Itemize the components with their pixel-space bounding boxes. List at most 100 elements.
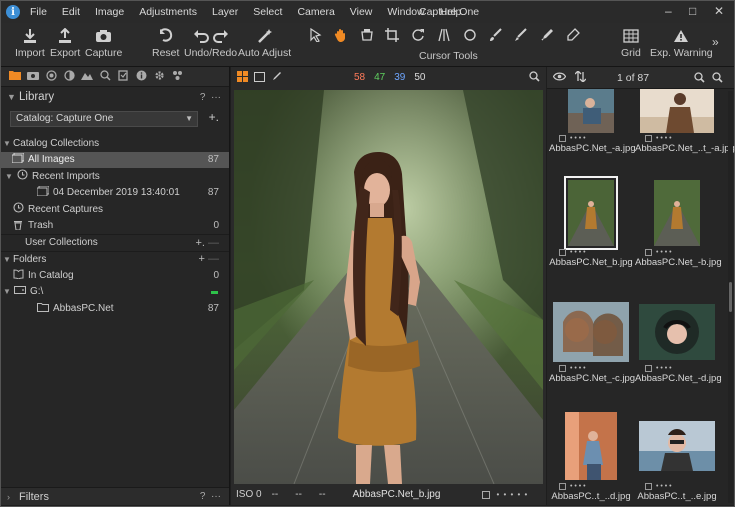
- thumbnail-item-selected[interactable]: • • • • AbbasPC.Net_b.jpg: [549, 176, 633, 268]
- select-checkbox[interactable]: [645, 482, 652, 490]
- adjustments-tab-icon[interactable]: [114, 69, 132, 84]
- star-rating[interactable]: • • • •: [570, 135, 586, 142]
- thumbnail-item[interactable]: • • • • AbbasPC.Net_-c.jpg: [549, 301, 635, 384]
- trash-item[interactable]: Trash 0: [1, 218, 229, 235]
- pointer-icon[interactable]: [310, 27, 322, 45]
- capture-button[interactable]: Capture: [85, 26, 122, 59]
- import-button[interactable]: Import: [15, 26, 45, 59]
- library-header[interactable]: ▼ Library ? ···: [1, 87, 229, 107]
- menu-layer[interactable]: Layer: [212, 6, 238, 18]
- select-checkbox[interactable]: [559, 248, 566, 256]
- single-view-icon[interactable]: [254, 71, 265, 85]
- menu-camera[interactable]: Camera: [297, 6, 334, 18]
- spot-removal-icon[interactable]: [463, 28, 477, 45]
- menu-adjustments[interactable]: Adjustments: [139, 6, 197, 18]
- browser-scroll-thumb[interactable]: [729, 282, 732, 312]
- styles-tab-icon[interactable]: [168, 70, 186, 84]
- thumbnail-item[interactable]: • • • • AbbasPC.Net_-a.jpg: [549, 89, 636, 154]
- star-rating[interactable]: • • • •: [656, 249, 672, 256]
- user-collections-header[interactable]: User Collections +. —: [1, 234, 229, 251]
- star-rating[interactable]: • • • •: [570, 249, 586, 256]
- exposure-tab-icon[interactable]: [78, 70, 96, 83]
- menu-select[interactable]: Select: [253, 6, 282, 18]
- folder-item[interactable]: AbbasPC.Net 87: [1, 300, 229, 317]
- panel-menu-icon[interactable]: ···: [211, 92, 221, 103]
- recent-imports-header[interactable]: ▼ Recent Imports: [1, 168, 229, 185]
- toolbar-more-button[interactable]: »: [712, 35, 719, 49]
- exposure-warning-button[interactable]: Exp. Warning: [650, 26, 713, 59]
- zoom-thumbs-icon[interactable]: [694, 72, 705, 86]
- eraser-icon[interactable]: [566, 27, 580, 45]
- search-icon[interactable]: [712, 72, 723, 86]
- grid-view-icon[interactable]: [237, 71, 248, 85]
- library-tab-icon[interactable]: [6, 70, 24, 83]
- crop-icon[interactable]: [385, 27, 400, 45]
- add-catalog-icon[interactable]: +.: [209, 110, 219, 124]
- thumbnail-item[interactable]: • • • • AbbasPC..t_..e.jpg: [635, 411, 719, 502]
- menu-file[interactable]: File: [30, 6, 47, 18]
- select-checkbox[interactable]: [559, 364, 566, 372]
- star-rating[interactable]: • • • •: [570, 365, 586, 372]
- in-catalog-item[interactable]: In Catalog 0: [1, 267, 229, 284]
- select-checkbox[interactable]: [645, 364, 652, 372]
- thumbnail-meta: • • • •: [635, 133, 719, 143]
- metadata-tab-icon[interactable]: [132, 70, 150, 84]
- menu-image[interactable]: Image: [95, 6, 124, 18]
- brush-icon[interactable]: [489, 27, 503, 45]
- export-button[interactable]: Export: [50, 26, 80, 59]
- minimize-button[interactable]: –: [665, 4, 672, 18]
- auto-adjust-button[interactable]: Auto Adjust: [238, 26, 291, 59]
- thumbnail-item[interactable]: • • • • AbbasPC.Net_..t_-a.jpg: [635, 89, 735, 154]
- help-icon[interactable]: ?: [200, 92, 206, 103]
- capture-tab-icon[interactable]: [24, 70, 42, 83]
- folders-header[interactable]: ▼ Folders + —: [1, 250, 229, 268]
- collection-all-images[interactable]: All Images 87: [1, 151, 229, 168]
- lens-tab-icon[interactable]: [42, 69, 60, 84]
- zoom-icon[interactable]: [529, 71, 540, 85]
- menu-edit[interactable]: Edit: [62, 6, 80, 18]
- star-rating[interactable]: • • • •: [656, 483, 672, 490]
- reset-button[interactable]: Reset: [152, 26, 179, 59]
- grid-button[interactable]: Grid: [621, 26, 641, 59]
- edit-pen-icon[interactable]: [271, 71, 282, 85]
- folders-controls[interactable]: + —: [199, 253, 219, 265]
- star-rating[interactable]: • • • •: [570, 483, 586, 490]
- catalog-select[interactable]: Catalog: Capture One ▼: [10, 111, 198, 127]
- main-photo[interactable]: [234, 90, 543, 484]
- color-tab-icon[interactable]: [60, 69, 78, 84]
- sort-icon[interactable]: [574, 69, 587, 85]
- catalog-collections-header[interactable]: ▼ Catalog Collections: [1, 135, 229, 152]
- filters-header[interactable]: › Filters ? ···: [1, 487, 229, 505]
- close-button[interactable]: ✕: [714, 4, 724, 18]
- thumbnail-item[interactable]: • • • • AbbasPC.Net_-b.jpg: [635, 179, 722, 268]
- settings-tab-icon[interactable]: [150, 70, 168, 84]
- select-checkbox[interactable]: [645, 248, 652, 256]
- select-checkbox[interactable]: [559, 482, 566, 490]
- star-rating[interactable]: • • • • •: [496, 490, 528, 499]
- undo-redo-button[interactable]: Undo/Redo: [184, 26, 237, 59]
- select-checkbox[interactable]: [645, 134, 652, 142]
- maximize-button[interactable]: □: [689, 4, 696, 18]
- star-rating[interactable]: • • • •: [656, 135, 672, 142]
- select-checkbox[interactable]: [482, 490, 491, 499]
- gradient-mask-icon[interactable]: [514, 27, 528, 45]
- import-entry[interactable]: 04 December 2019 13:40:01 87: [1, 185, 229, 202]
- star-rating[interactable]: • • • •: [656, 365, 672, 372]
- loupe-icon[interactable]: [360, 28, 374, 45]
- drive-item[interactable]: ▼ G:\: [1, 284, 229, 301]
- menu-view[interactable]: View: [350, 6, 373, 18]
- eye-icon[interactable]: [552, 72, 567, 84]
- keystone-icon[interactable]: [437, 28, 451, 45]
- recent-captures-item[interactable]: Recent Captures: [1, 201, 229, 218]
- thumbnail-item[interactable]: • • • • AbbasPC.Net_-d.jpg: [635, 301, 722, 384]
- cursor-tools-group: [304, 26, 586, 46]
- library-controls[interactable]: ? ···: [200, 92, 221, 103]
- user-collections-controls[interactable]: +. —: [195, 237, 219, 249]
- thumbnail-item[interactable]: • • • • AbbasPC..t_..d.jpg: [549, 411, 633, 502]
- color-picker-icon[interactable]: [540, 28, 554, 45]
- select-checkbox[interactable]: [559, 134, 566, 142]
- filters-controls[interactable]: ? ···: [200, 491, 221, 502]
- details-tab-icon[interactable]: [96, 69, 114, 84]
- rotate-icon[interactable]: [411, 28, 425, 45]
- hand-pan-icon[interactable]: [334, 28, 348, 45]
